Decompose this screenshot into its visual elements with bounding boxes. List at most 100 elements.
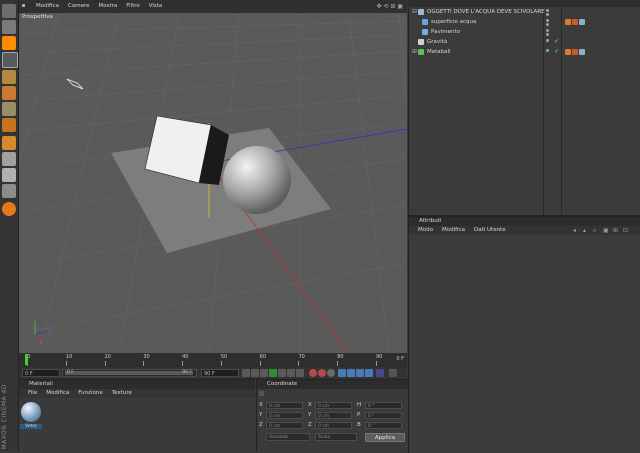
axis-mode-icon[interactable]	[2, 184, 16, 198]
go-to-start-icon[interactable]	[242, 369, 250, 377]
prev-frame-icon[interactable]	[260, 369, 268, 377]
size-z-field[interactable]: 0 cm	[315, 422, 352, 429]
visibility-dot[interactable]	[546, 39, 549, 42]
points-mode-icon[interactable]	[2, 86, 16, 100]
perspective-viewport[interactable]: Z X Prospettiva	[19, 13, 407, 353]
parameter-key-icon[interactable]	[365, 369, 373, 377]
object-mode-icon[interactable]	[2, 70, 16, 84]
attributes-menu-modo[interactable]: Modo	[418, 227, 433, 233]
timeline-tick-mark	[376, 361, 377, 366]
keyframe-selection-icon[interactable]	[327, 369, 335, 377]
rot-h-field[interactable]: 0 °	[365, 402, 402, 409]
timeline-ruler[interactable]: 0 10 20 30 40 50 60 70 80 90 0 F	[19, 353, 407, 367]
rot-p-field[interactable]: 0 °	[365, 412, 402, 419]
texture-mode-icon[interactable]	[2, 152, 16, 166]
visibility-dot[interactable]	[546, 19, 549, 22]
position-key-icon[interactable]	[338, 369, 346, 377]
end-frame-field[interactable]: 90 F	[201, 369, 239, 377]
snap-icon[interactable]	[2, 202, 16, 216]
object-row[interactable]: superficie acqua	[409, 17, 640, 27]
material-label[interactable]: Vetro	[20, 424, 42, 429]
timeline-tick-label: 40	[182, 354, 189, 360]
expand-icon[interactable]: ⊟	[412, 7, 417, 17]
pos-z-label: Z	[259, 422, 263, 428]
object-row[interactable]: Gravità ✔	[409, 37, 640, 47]
next-key-icon[interactable]	[287, 369, 295, 377]
dynamics-tag-icon[interactable]	[572, 49, 578, 55]
viewport-menu-camere[interactable]: Camere	[68, 3, 89, 9]
range-slider[interactable]: 0 F 90 F	[62, 369, 197, 377]
sphere-object[interactable]	[223, 146, 291, 214]
material-tag-icon[interactable]	[579, 49, 585, 55]
visibility-dot[interactable]	[546, 49, 549, 52]
panel-menu-icon[interactable]: ⊡	[623, 227, 628, 234]
viewport-menu-mostra[interactable]: Mostra	[98, 3, 117, 9]
enabled-check-icon[interactable]: ✔	[554, 47, 559, 57]
move-tool-icon[interactable]	[2, 20, 16, 34]
small-plane-object[interactable]	[66, 78, 84, 90]
coord-mode-dropdown[interactable]: Assoluto	[266, 433, 310, 441]
render-dot[interactable]	[546, 13, 549, 16]
materials-menu-texture[interactable]: Texture	[112, 390, 132, 396]
pla-key-icon[interactable]	[376, 369, 384, 377]
live-select-icon[interactable]	[2, 36, 16, 50]
range-end-label: 90 F	[182, 370, 192, 375]
scale-key-icon[interactable]	[347, 369, 355, 377]
model-mode-icon[interactable]	[2, 52, 18, 68]
autokey-icon[interactable]	[318, 369, 326, 377]
glass-material-swatch[interactable]	[21, 402, 41, 422]
viewport-menu-filtro[interactable]: Filtro	[126, 3, 139, 9]
visibility-dot[interactable]	[546, 9, 549, 12]
visibility-dot[interactable]	[546, 29, 549, 32]
rot-b-field[interactable]: 0 °	[365, 422, 402, 429]
material-tag-icon[interactable]	[579, 19, 585, 25]
start-frame-field[interactable]: 0 F	[22, 369, 60, 377]
new-panel-icon[interactable]: ⊞	[613, 227, 618, 234]
dynamics-tag-icon[interactable]	[572, 19, 578, 25]
viewport-menu-modifica[interactable]: Modifica	[36, 3, 59, 9]
materials-menu-funzione[interactable]: Funzione	[78, 390, 102, 396]
search-icon[interactable]: ⌕	[593, 227, 596, 235]
play-icon[interactable]	[269, 369, 277, 377]
size-x-field[interactable]: 0 cm	[315, 402, 352, 409]
viewport-menu-vista[interactable]: Vista	[149, 3, 163, 9]
prev-key-icon[interactable]	[251, 369, 259, 377]
floor-object-icon	[422, 29, 428, 35]
size-mode-dropdown[interactable]: Scala	[315, 433, 357, 441]
render-dot[interactable]	[546, 23, 549, 26]
object-row[interactable]: ⊟ OGGETTI DOVE L'ACQUA DEVE SCIVOLARE	[409, 7, 640, 17]
expand-icon[interactable]: ⊞	[412, 47, 417, 57]
object-row[interactable]: Pavimento	[409, 27, 640, 37]
object-row[interactable]: ⊞ Metaball ✔	[409, 47, 640, 57]
pos-z-field[interactable]: 0 cm	[266, 422, 303, 429]
current-frame-marker[interactable]	[25, 354, 28, 365]
enabled-check-icon[interactable]: ✔	[554, 37, 559, 47]
size-y-field[interactable]: 0 cm	[315, 412, 352, 419]
phong-tag-icon[interactable]	[565, 49, 571, 55]
attributes-menu-modifica[interactable]: Modifica	[442, 227, 465, 233]
back-arrow-icon[interactable]: ◂	[573, 227, 576, 234]
timeline-menu-icon[interactable]	[389, 369, 397, 377]
attributes-panel: Attributi Modo Modifica Dati Utente ◂ ▴ ⌕ …	[408, 215, 640, 453]
undo-icon[interactable]	[2, 4, 16, 18]
next-frame-icon[interactable]	[278, 369, 286, 377]
phong-tag-icon[interactable]	[565, 19, 571, 25]
materials-menu-file[interactable]: File	[28, 390, 37, 396]
viewport-nav-icons[interactable]: ✥ ⟲ ⊞ ▣	[377, 0, 403, 13]
materials-menu-modifica[interactable]: Modifica	[46, 390, 69, 396]
go-to-end-icon[interactable]	[296, 369, 304, 377]
record-icon[interactable]	[309, 369, 317, 377]
apply-button[interactable]: Applica	[365, 433, 405, 442]
polygons-mode-icon[interactable]	[2, 118, 16, 132]
pos-x-field[interactable]: 0 cm	[266, 402, 303, 409]
render-dot[interactable]	[546, 33, 549, 36]
up-arrow-icon[interactable]: ▴	[583, 227, 586, 234]
pos-y-field[interactable]: 0 cm	[266, 412, 303, 419]
lock-icon[interactable]: ▣	[603, 227, 609, 234]
edges-mode-icon[interactable]	[2, 102, 16, 116]
workplane-icon[interactable]	[2, 168, 16, 182]
coordinates-menu-icon[interactable]	[259, 391, 264, 396]
uv-mode-icon[interactable]	[2, 136, 16, 150]
attributes-menu-dati-utente[interactable]: Dati Utente	[474, 227, 506, 233]
rotation-key-icon[interactable]	[356, 369, 364, 377]
